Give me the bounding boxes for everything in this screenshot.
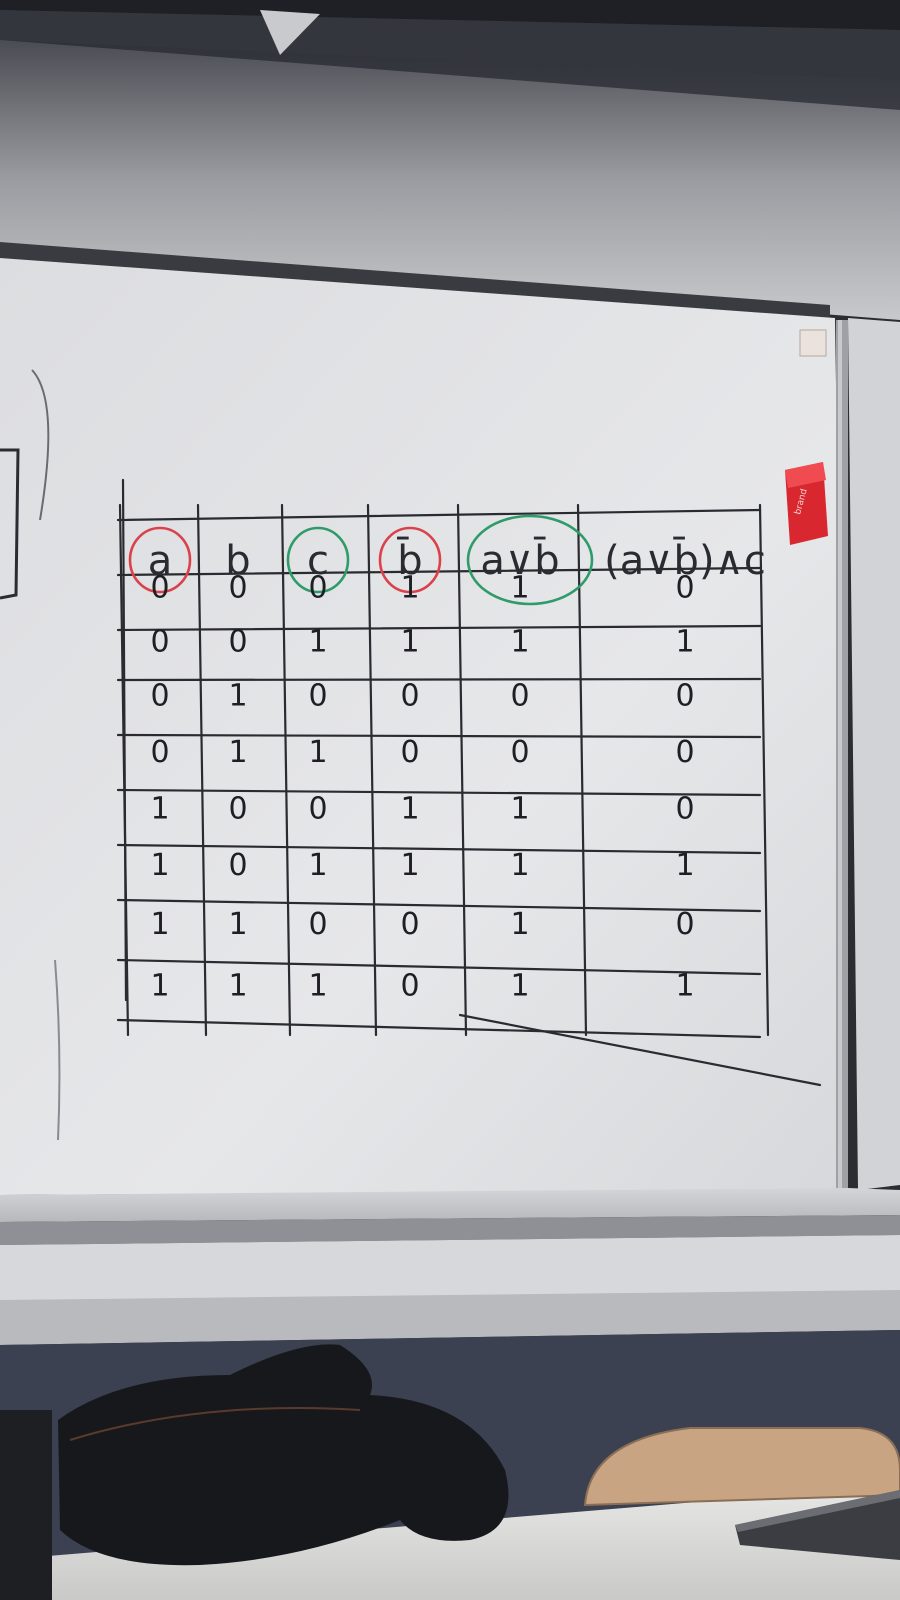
table-cell: 0: [228, 625, 247, 660]
table-cell: 1: [400, 848, 419, 883]
table-column-line: [758, 503, 770, 1037]
table-row-line: [116, 733, 762, 739]
table-cell: 0: [675, 907, 694, 942]
table-cell: 1: [400, 792, 419, 827]
table-cell: 0: [308, 679, 327, 714]
table-cell: 0: [675, 679, 694, 714]
table-cell: 1: [308, 969, 327, 1004]
table-cell: 0: [150, 571, 169, 606]
table-row-line: [116, 958, 762, 976]
table-cell: 0: [308, 907, 327, 942]
table-cell: 1: [308, 735, 327, 770]
table-cell: 1: [510, 792, 529, 827]
table-cell: 1: [510, 848, 529, 883]
table-cell: 1: [228, 679, 247, 714]
table-cell: 1: [228, 969, 247, 1004]
table-cell: 0: [150, 735, 169, 770]
table-cell: 0: [308, 571, 327, 606]
table-left-axis: [121, 478, 128, 1002]
table-cell: 0: [228, 848, 247, 883]
table-cell: 1: [510, 625, 529, 660]
table-cell: 1: [150, 792, 169, 827]
table-cell: 1: [150, 848, 169, 883]
table-cell: 1: [510, 969, 529, 1004]
table-row-line: [116, 624, 762, 632]
table-cell: 0: [675, 735, 694, 770]
table-cell: 1: [308, 625, 327, 660]
table-cell: 0: [228, 571, 247, 606]
table-cell: 0: [675, 792, 694, 827]
table-bottom-sweep: [458, 1013, 822, 1087]
table-cell: 1: [150, 969, 169, 1004]
table-column-line: [196, 503, 208, 1037]
table-cell: 1: [228, 735, 247, 770]
table-row-line: [116, 508, 762, 522]
classroom-photo: brand a b c b̄ a∨b̄ (a∨b̄)∧c 0001100011110100…: [0, 0, 900, 1600]
table-cell: 0: [228, 792, 247, 827]
table-cell: 0: [400, 679, 419, 714]
table-row-line: [116, 1018, 762, 1039]
table-cell: 1: [510, 907, 529, 942]
table-column-line: [280, 503, 292, 1037]
truth-table-drawing: a b c b̄ a∨b̄ (a∨b̄)∧c 0 0 0 1 1 00 0 1 1 1 10 1 0 0 0 00 1 1 0…: [116, 478, 822, 1087]
table-cell: 0: [510, 735, 529, 770]
table-cell: 1: [675, 625, 694, 660]
table-cell: 0: [510, 679, 529, 714]
table-cell: 1: [228, 907, 247, 942]
table-column-line: [456, 503, 468, 1037]
table-cell: 1: [510, 571, 529, 606]
table-cell: 1: [400, 625, 419, 660]
table-cell: 1: [675, 848, 694, 883]
table-cell: 0: [308, 792, 327, 827]
table-row-line: [116, 677, 762, 682]
table-cell: 1: [308, 848, 327, 883]
table-row-line: [116, 843, 762, 855]
table-cell: 0: [675, 571, 694, 606]
table-cell: 0: [150, 679, 169, 714]
table-cell: 0: [400, 969, 419, 1004]
table-cell: 0: [150, 625, 169, 660]
table-column-line: [366, 503, 378, 1037]
table-cell: 1: [675, 969, 694, 1004]
table-row-line: [116, 898, 762, 913]
table-cell: 0: [400, 907, 419, 942]
table-cell: 0: [400, 735, 419, 770]
table-cell: 1: [150, 907, 169, 942]
table-row-line: [116, 788, 762, 797]
table-cell: 1: [400, 571, 419, 606]
